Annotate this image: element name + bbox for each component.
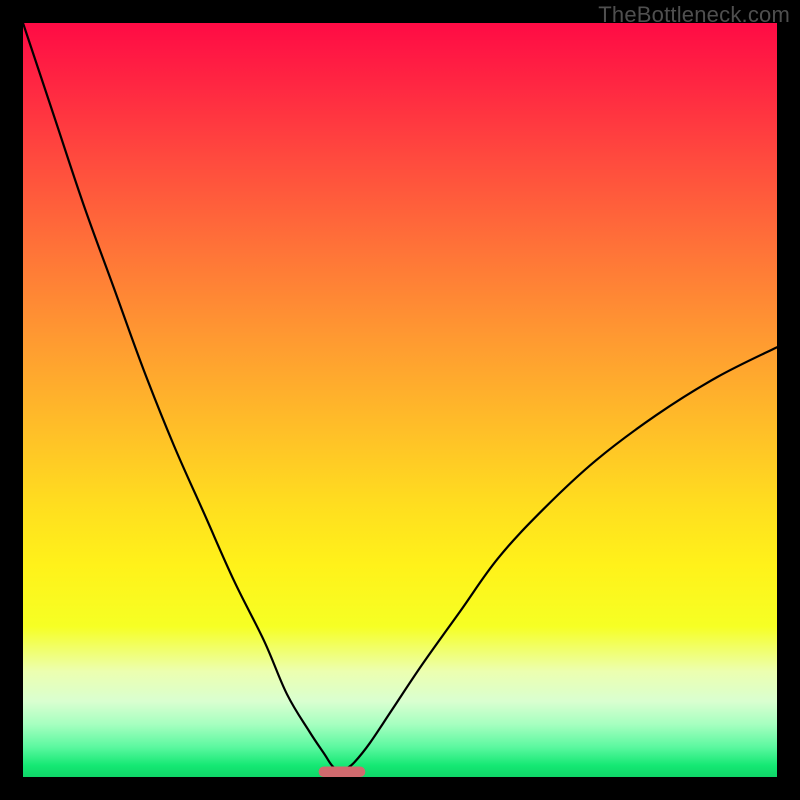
gradient-background — [23, 23, 777, 777]
chart-frame — [23, 23, 777, 777]
optimal-marker — [319, 766, 366, 777]
bottleneck-chart — [23, 23, 777, 777]
watermark-text: TheBottleneck.com — [598, 2, 790, 28]
